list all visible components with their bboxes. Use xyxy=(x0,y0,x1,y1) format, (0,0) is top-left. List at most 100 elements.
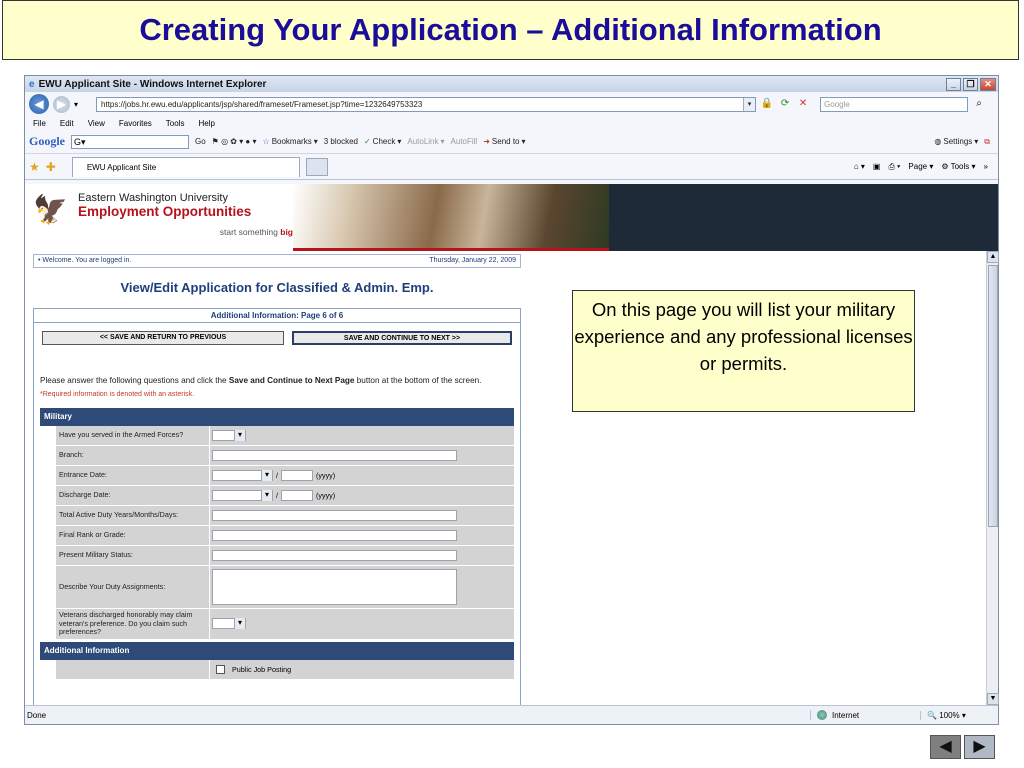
active-duty-input[interactable] xyxy=(212,510,457,521)
additional-fields: Public Job Posting xyxy=(56,659,514,680)
label-armed-forces: Have you served in the Armed Forces? xyxy=(56,426,210,445)
back-button[interactable]: ◀ xyxy=(29,94,49,114)
page-menu[interactable]: Page ▾ xyxy=(908,162,933,171)
discharge-year-input[interactable] xyxy=(281,490,313,501)
blank-label xyxy=(56,659,210,679)
field-row-public-job-posting: Public Job Posting xyxy=(56,659,514,680)
favorites-row: ★ ✚ EWU Applicant Site ⌂ ▾ ▣ ⎙ ▾ Page ▾ … xyxy=(25,154,998,180)
discharge-month-select[interactable] xyxy=(212,490,273,501)
military-fields: Have you served in the Armed Forces? Bra… xyxy=(56,426,514,640)
veterans-preference-select[interactable] xyxy=(212,618,246,630)
welcome-message: Welcome. You are logged in. xyxy=(42,257,132,264)
field-row-veterans: Veterans discharged honorably may claim … xyxy=(56,609,514,640)
settings-button[interactable]: ◍ Settings ▾ xyxy=(934,137,978,146)
zoom-level[interactable]: 🔍 100% ▾ xyxy=(920,710,998,720)
instructions-end: button at the bottom of the screen. xyxy=(354,376,482,385)
branch-input[interactable] xyxy=(212,450,457,461)
check-label: Check xyxy=(372,137,396,146)
menu-edit[interactable]: Edit xyxy=(60,119,74,128)
add-favorite-icon[interactable]: ✚ xyxy=(46,160,56,174)
menu-favorites[interactable]: Favorites xyxy=(119,119,152,128)
refresh-icon[interactable]: ⟳ xyxy=(778,97,792,111)
tab-ewu-applicant-site[interactable]: EWU Applicant Site xyxy=(71,156,300,177)
public-job-posting-checkbox[interactable] xyxy=(216,664,225,674)
rank-input[interactable] xyxy=(212,530,457,541)
field-row-duty: Describe Your Duty Assignments: xyxy=(56,566,514,609)
new-tab-button[interactable] xyxy=(305,157,328,176)
save-continue-next-button[interactable]: SAVE AND CONTINUE TO NEXT >> xyxy=(292,331,512,345)
bookmarks-button[interactable]: ☆ Bookmarks ▾ xyxy=(263,137,318,146)
print-icon[interactable]: ⎙ ▾ xyxy=(888,162,900,172)
bookmarks-label: Bookmarks xyxy=(271,137,312,146)
check-button[interactable]: ✓ Check ▾ xyxy=(364,137,401,146)
search-input[interactable]: Google xyxy=(820,96,969,112)
home-icon[interactable]: ⌂ ▾ xyxy=(854,162,865,171)
sendto-button[interactable]: ➜ Send to ▾ xyxy=(483,137,525,146)
autolink-label: AutoLink xyxy=(407,137,439,146)
vertical-scrollbar[interactable]: ▲ ▼ xyxy=(986,251,999,705)
welcome-bar: • Welcome. You are logged in. Thursday, … xyxy=(33,254,521,268)
menu-view[interactable]: View xyxy=(88,119,105,128)
lock-icon[interactable]: 🔒 xyxy=(760,97,774,111)
instructions: Please answer the following questions an… xyxy=(34,345,520,386)
previous-slide-icon[interactable]: ◀ xyxy=(930,735,961,759)
autofill-label: AutoFill xyxy=(450,137,478,146)
sendto-label: Send to xyxy=(491,137,520,146)
duty-assignments-textarea[interactable] xyxy=(212,569,457,605)
scroll-down-icon[interactable]: ▼ xyxy=(987,693,999,705)
chevron-more-icon[interactable]: » xyxy=(984,162,988,171)
scroll-thumb[interactable] xyxy=(988,265,998,527)
section-additional-information: Additional Information xyxy=(40,641,514,660)
military-status-input[interactable] xyxy=(212,550,457,561)
menu-tools[interactable]: Tools xyxy=(166,119,185,128)
minimize-button[interactable]: _ xyxy=(946,77,961,91)
favorites-star-icon[interactable]: ★ xyxy=(29,160,40,174)
autofill-button[interactable]: AutoFill xyxy=(451,137,478,146)
close-button[interactable]: ✕ xyxy=(980,77,996,91)
scroll-up-icon[interactable]: ▲ xyxy=(987,251,999,263)
address-bar[interactable]: https://jobs.hr.ewu.edu/applicants/jsp/s… xyxy=(96,96,757,112)
instructions-bold: Save and Continue to Next Page xyxy=(228,376,355,385)
toolbar-icons[interactable]: ⚑ ◎ ✿ ▾ ● ▾ xyxy=(212,137,257,146)
settings-icon: ◍ xyxy=(934,137,942,146)
page-content: 🦅 Eastern Washington University Employme… xyxy=(25,184,999,705)
site-banner: 🦅 Eastern Washington University Employme… xyxy=(25,184,998,251)
security-zone[interactable]: Internet xyxy=(810,710,920,720)
label-discharge-date: Discharge Date: xyxy=(56,486,210,505)
label-veterans-preference: Veterans discharged honorably may claim … xyxy=(56,609,210,639)
field-row-discharge: Discharge Date: / (yyyy) xyxy=(56,486,514,506)
zone-label: Internet xyxy=(832,710,860,720)
label-branch: Branch: xyxy=(56,446,210,465)
nav-dropdown-icon[interactable]: ▾ xyxy=(74,100,78,109)
pdf-icon[interactable]: ⧉ xyxy=(984,137,998,147)
search-icon[interactable]: ⌕ xyxy=(972,97,986,111)
entrance-month-select[interactable] xyxy=(212,470,273,481)
google-search-input[interactable]: G▾ xyxy=(71,134,189,149)
menu-file[interactable]: File xyxy=(33,119,46,128)
armed-forces-select[interactable] xyxy=(212,430,246,441)
autolink-button[interactable]: AutoLink ▾ xyxy=(407,137,444,146)
save-return-previous-button[interactable]: << SAVE AND RETURN TO PREVIOUS xyxy=(42,331,284,345)
tools-menu-label: Tools xyxy=(950,162,970,171)
address-url: https://jobs.hr.ewu.edu/applicants/jsp/s… xyxy=(101,99,423,109)
go-button[interactable]: Go xyxy=(195,137,206,146)
stop-icon[interactable]: ✕ xyxy=(796,97,810,111)
popup-blocker-button[interactable]: 3 blocked xyxy=(324,137,358,146)
page-menu-label: Page xyxy=(908,162,928,171)
tools-menu[interactable]: ⚙ Tools ▾ xyxy=(941,162,975,171)
field-row-entrance: Entrance Date: / (yyyy) xyxy=(56,466,514,486)
sendto-icon: ➜ xyxy=(483,137,490,146)
field-row-branch: Branch: xyxy=(56,446,514,466)
menu-help[interactable]: Help xyxy=(198,119,214,128)
browser-titlebar: e EWU Applicant Site - Windows Internet … xyxy=(25,76,998,92)
restore-button[interactable]: ❐ xyxy=(963,77,978,91)
banner-dark-panel xyxy=(609,184,998,251)
campus-photo xyxy=(293,184,609,251)
forward-button[interactable]: ▶ xyxy=(53,95,70,113)
next-slide-icon[interactable]: ▶ xyxy=(964,735,995,759)
label-entrance-date: Entrance Date: xyxy=(56,466,210,485)
entrance-year-input[interactable] xyxy=(281,470,313,481)
tagline-bold: big xyxy=(280,227,293,237)
required-note: *Required information is denoted with an… xyxy=(40,391,195,398)
feeds-icon[interactable]: ▣ xyxy=(873,162,881,171)
